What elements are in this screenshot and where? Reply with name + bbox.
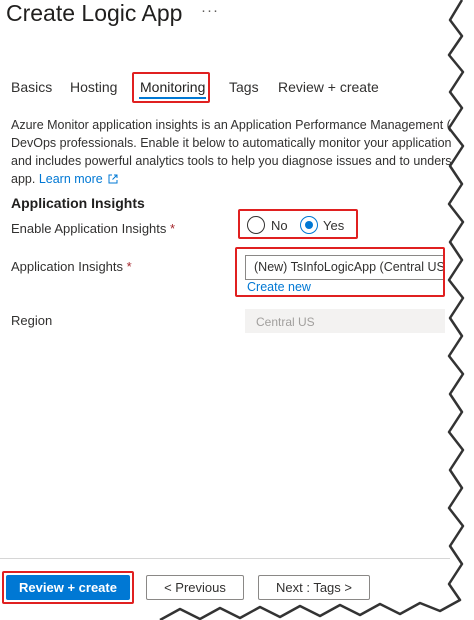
more-options-icon[interactable]: ··· [201,2,219,19]
annotation-box-enable-toggle [238,209,358,239]
previous-button[interactable]: < Previous [146,575,244,600]
annotation-box-app-insights [235,247,445,297]
page-title: Create Logic App [6,0,183,26]
next-tags-button[interactable]: Next : Tags > [258,575,370,600]
tab-basics[interactable]: Basics [11,79,52,95]
description-line: Azure Monitor application insights is an… [11,118,451,132]
description-line: DevOps professionals. Enable it below to… [11,136,451,150]
region-label: Region [11,313,53,328]
external-link-icon [108,174,118,184]
annotation-box-review-create [2,571,134,604]
required-marker: * [126,259,132,274]
learn-more-link[interactable]: Learn more [39,172,103,186]
app-insights-resource-label-text: Application Insights [11,259,124,274]
description-line-last: app. Learn more [11,170,451,188]
section-title-application-insights: Application Insights [11,195,145,211]
description-app-text: app. [11,172,36,186]
enable-insights-label: Enable Application Insights * [11,221,175,236]
tab-tags[interactable]: Tags [229,79,259,95]
annotation-box-monitoring-tab [132,72,210,103]
app-insights-resource-label: Application Insights * [11,259,132,274]
footer-divider [0,558,450,559]
required-marker: * [170,221,176,236]
enable-insights-label-text: Enable Application Insights [11,221,167,236]
description-line: and includes powerful analytics tools to… [11,154,451,168]
region-field: Central US [245,309,445,333]
tab-review-create[interactable]: Review + create [278,79,379,95]
monitoring-description: Azure Monitor application insights is an… [11,116,451,188]
tab-hosting[interactable]: Hosting [70,79,117,95]
